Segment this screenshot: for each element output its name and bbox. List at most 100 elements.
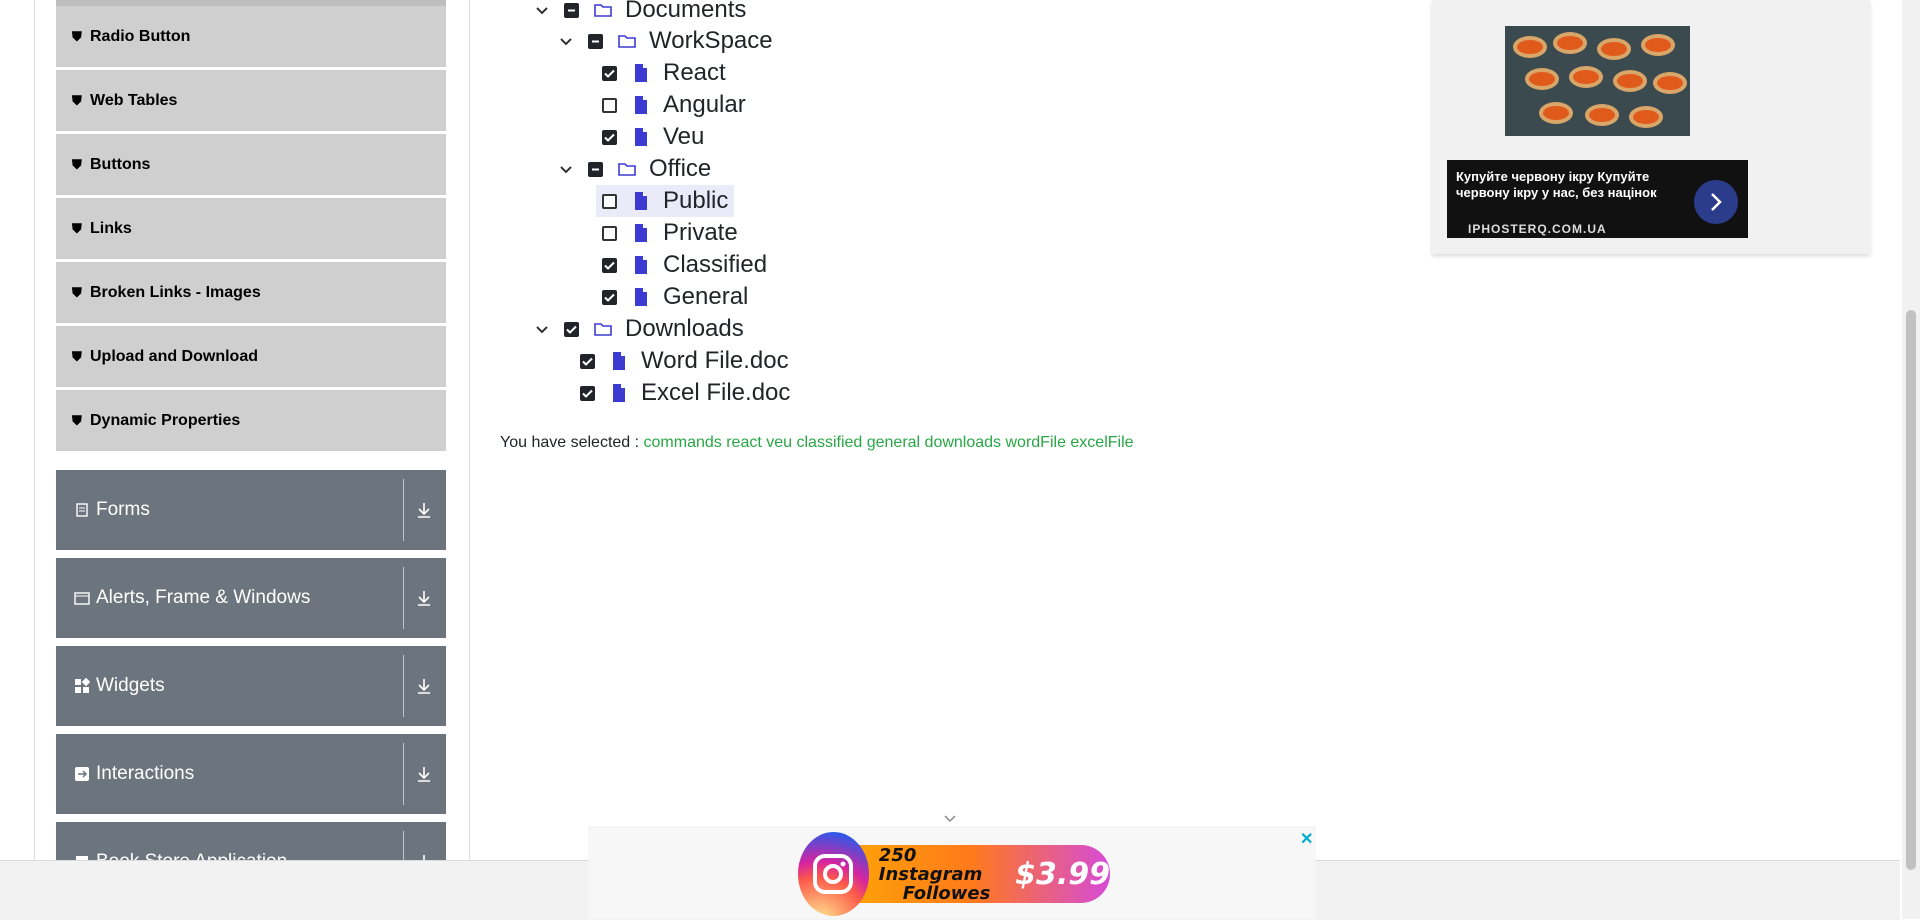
node-label[interactable]: Downloads	[625, 315, 744, 343]
file-icon	[635, 256, 647, 274]
ad-image[interactable]	[1505, 26, 1690, 136]
file-icon	[613, 384, 625, 402]
sidebar-group-forms[interactable]: Forms	[56, 470, 446, 550]
file-icon	[635, 96, 647, 114]
elements-submenu: ⛊ Radio Button ⛊ Web Tables ⛊ Buttons ⛊ …	[56, 6, 446, 454]
file-icon	[635, 192, 647, 210]
menu-item-label: Broken Links - Images	[90, 283, 261, 301]
minus-icon	[568, 9, 575, 11]
check-icon	[582, 389, 593, 398]
tree-node-downloads: Downloads	[534, 313, 744, 345]
checkbox-react[interactable]	[602, 65, 617, 81]
tree-node-office: Office	[558, 153, 711, 185]
checkbox-word-file[interactable]	[580, 353, 595, 369]
download-icon[interactable]	[414, 588, 434, 608]
node-label[interactable]: Classified	[663, 251, 767, 279]
download-icon[interactable]	[414, 500, 434, 520]
node-label[interactable]: General	[663, 283, 748, 311]
html5-icon: ⛊	[72, 28, 82, 44]
form-icon	[76, 503, 88, 517]
group-label: Interactions	[96, 763, 195, 784]
menu-item-upload-download[interactable]: ⛊ Upload and Download	[56, 326, 446, 387]
node-label[interactable]: Veu	[663, 123, 704, 151]
chevron-down-icon[interactable]	[558, 161, 574, 177]
html5-icon: ⛊	[72, 412, 82, 428]
menu-item-links[interactable]: ⛊ Links	[56, 198, 446, 259]
chevron-down-icon[interactable]	[558, 33, 574, 49]
chevron-right-icon	[1711, 193, 1722, 211]
html5-icon: ⛊	[72, 220, 82, 236]
group-label: Forms	[96, 499, 150, 520]
menu-item-dynamic-properties[interactable]: ⛊ Dynamic Properties	[56, 390, 446, 451]
minus-icon	[592, 40, 599, 42]
check-icon	[566, 325, 577, 334]
html5-icon: ⛊	[72, 284, 82, 300]
checkbox-private[interactable]	[602, 225, 617, 241]
node-label[interactable]: WorkSpace	[649, 27, 773, 55]
html5-icon: ⛊	[72, 156, 82, 172]
close-icon[interactable]: ✕	[1300, 829, 1313, 849]
chevron-down-icon[interactable]	[942, 810, 958, 826]
file-icon	[635, 288, 647, 306]
tree-node-word-file: Word File.doc	[580, 345, 789, 377]
tree-node-general: General	[602, 281, 748, 313]
widgets-icon	[75, 678, 90, 693]
group-separator	[403, 743, 404, 805]
checkbox-general[interactable]	[602, 289, 617, 305]
folder-icon	[594, 4, 612, 17]
instagram-ad-banner[interactable]: 250 Instagram Followes $3.99	[798, 832, 1110, 916]
check-icon	[582, 357, 593, 366]
group-label: Widgets	[96, 675, 165, 696]
folder-icon	[618, 35, 636, 48]
tree-node-workspace: WorkSpace	[558, 25, 773, 57]
checkbox-angular[interactable]	[602, 97, 617, 113]
check-icon	[604, 261, 615, 270]
ad-text[interactable]: Купуйте червону ікру Купуйте червону ікр…	[1456, 169, 1706, 201]
menu-item-radio-button[interactable]: ⛊ Radio Button	[56, 6, 446, 67]
chevron-down-icon[interactable]	[534, 2, 550, 18]
checkbox-office[interactable]	[588, 161, 603, 177]
ad-headline-line2: Followes	[902, 882, 991, 904]
chevron-down-icon[interactable]	[534, 321, 550, 337]
tree-node-angular: Angular	[602, 89, 746, 121]
node-label[interactable]: Office	[649, 155, 711, 183]
node-label[interactable]: Documents	[625, 0, 746, 24]
checkbox-veu[interactable]	[602, 129, 617, 145]
download-icon[interactable]	[414, 764, 434, 784]
node-label[interactable]: Public	[663, 187, 728, 215]
menu-item-broken-links[interactable]: ⛊ Broken Links - Images	[56, 262, 446, 323]
checkbox-workspace[interactable]	[588, 33, 603, 49]
sidebar-border	[34, 0, 35, 860]
sidebar-group-alerts[interactable]: Alerts, Frame & Windows	[56, 558, 446, 638]
check-icon	[604, 293, 615, 302]
menu-item-web-tables[interactable]: ⛊ Web Tables	[56, 70, 446, 131]
ad-domain[interactable]: IPHOSTERQ.COM.UA	[1468, 222, 1607, 236]
sidebar-group-interactions[interactable]: Interactions	[56, 734, 446, 814]
scrollbar-thumb[interactable]	[1906, 310, 1916, 870]
checkbox-documents[interactable]	[564, 2, 579, 18]
tree-node-documents: Documents	[534, 0, 746, 26]
file-icon	[613, 352, 625, 370]
interactions-icon	[75, 767, 89, 781]
checkbox-downloads[interactable]	[564, 321, 579, 337]
group-separator	[403, 655, 404, 717]
instagram-icon	[798, 832, 869, 916]
menu-item-buttons[interactable]: ⛊ Buttons	[56, 134, 446, 195]
file-icon	[635, 64, 647, 82]
sidebar-group-widgets[interactable]: Widgets	[56, 646, 446, 726]
tree-node-react: React	[602, 57, 726, 89]
download-icon[interactable]	[414, 676, 434, 696]
node-label[interactable]: Angular	[663, 91, 746, 119]
tree-node-classified: Classified	[602, 249, 767, 281]
tree-node-private: Private	[602, 217, 738, 249]
ad-headline-line1: 250 Instagram	[878, 844, 983, 885]
ad-next-button[interactable]	[1694, 180, 1738, 224]
file-icon	[635, 224, 647, 242]
node-label[interactable]: Private	[663, 219, 738, 247]
checkbox-classified[interactable]	[602, 257, 617, 273]
node-label[interactable]: Excel File.doc	[641, 379, 790, 407]
checkbox-excel-file[interactable]	[580, 385, 595, 401]
node-label[interactable]: Word File.doc	[641, 347, 789, 375]
node-label[interactable]: React	[663, 59, 726, 87]
checkbox-public[interactable]	[602, 193, 617, 209]
